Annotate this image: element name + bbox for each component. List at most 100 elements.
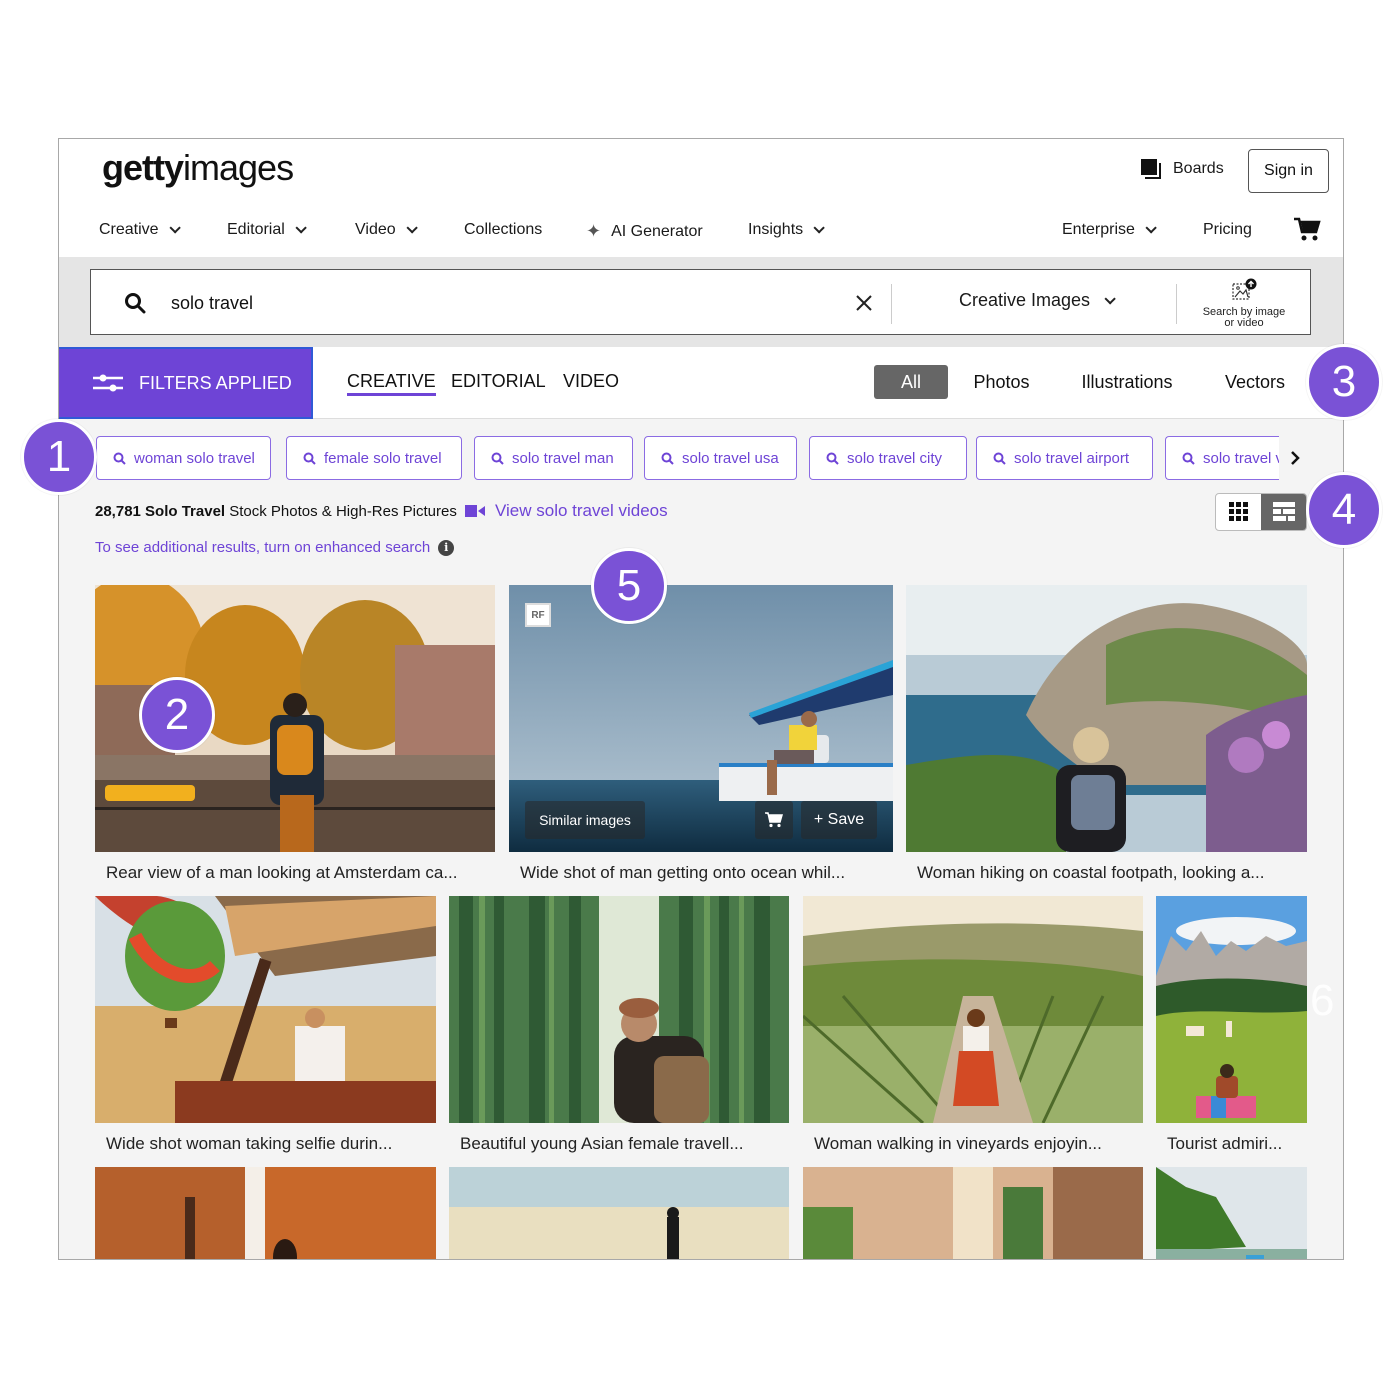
image-caption[interactable]: Beautiful young Asian female travell... (460, 1134, 744, 1154)
enhanced-search-label: To see additional results, turn on enhan… (95, 539, 431, 556)
browser-page: gettyimages Boards Sign in Creative Edit… (58, 138, 1344, 1260)
chip-label: solo travel man (512, 449, 614, 467)
divider (1176, 284, 1177, 324)
image-caption[interactable]: Wide shot woman taking selfie durin... (106, 1134, 392, 1154)
close-icon[interactable] (853, 292, 875, 314)
suggestion-chip[interactable]: solo travel man (474, 436, 633, 480)
image-tile-vineyard[interactable] (803, 896, 1143, 1123)
media-type-photos[interactable]: Photos (964, 365, 1039, 399)
nav-pricing[interactable]: Pricing (1203, 221, 1252, 239)
image-caption[interactable]: Tourist admiri... (1167, 1134, 1282, 1154)
image-caption[interactable]: Wide shot of man getting onto ocean whil… (520, 863, 845, 883)
chevron-down-icon (813, 222, 825, 234)
result-count-rest: Stock Photos & High-Res Pictures (225, 503, 457, 520)
nav-label: Editorial (227, 221, 285, 238)
chevron-down-icon (1104, 292, 1116, 305)
getty-logo[interactable]: gettyimages (102, 147, 294, 189)
sign-in-button[interactable]: Sign in (1248, 149, 1329, 193)
chevron-down-icon (1145, 222, 1157, 234)
image-tile-balloon[interactable] (95, 896, 436, 1123)
add-to-cart-button[interactable] (755, 801, 793, 839)
grid-view-button[interactable] (1216, 494, 1261, 530)
image-caption[interactable]: Woman hiking on coastal footpath, lookin… (917, 863, 1264, 883)
chip-label: solo travel v (1203, 449, 1279, 467)
search-icon (491, 452, 504, 465)
chevron-down-icon (406, 222, 418, 234)
photo-orange-alley (95, 1167, 436, 1259)
callout-marker-1: 1 (21, 419, 97, 495)
chip-label: solo travel city (847, 449, 943, 467)
mosaic-view-button[interactable] (1261, 494, 1306, 530)
tab-editorial[interactable]: EDITORIAL (451, 371, 546, 392)
search-by-image-label-2: or video (1224, 317, 1264, 329)
media-type-all[interactable]: All (874, 365, 948, 399)
photo-bamboo-forest (449, 896, 789, 1123)
nav-editorial[interactable]: Editorial (227, 221, 307, 239)
save-button[interactable]: + Save (801, 801, 877, 839)
videos-link-label: View solo travel videos (495, 501, 668, 520)
result-count-bold: 28,781 Solo Travel (95, 503, 226, 520)
image-tile-dolomites[interactable] (1156, 896, 1307, 1123)
chevron-down-icon (295, 222, 307, 234)
image-tile-orange-street[interactable] (95, 1167, 436, 1259)
media-type-vectors[interactable]: Vectors (1217, 365, 1293, 399)
filters-applied-button[interactable]: FILTERS APPLIED (59, 347, 313, 419)
image-tile-coastal[interactable] (906, 585, 1307, 852)
cart-icon (765, 812, 783, 828)
image-tile-sunset-silhouette[interactable] (449, 1167, 789, 1259)
cart-icon[interactable] (1293, 217, 1321, 243)
photo-dolomites-tourist (1156, 896, 1307, 1123)
info-icon[interactable]: i (438, 539, 455, 556)
nav-label: Video (355, 221, 396, 238)
nav-creative[interactable]: Creative (99, 221, 181, 239)
boards-link[interactable]: Boards (1139, 157, 1224, 179)
search-by-image-button[interactable]: Search by image or video (1201, 278, 1287, 329)
suggestion-chip[interactable]: solo travel city (809, 436, 967, 480)
boards-label: Boards (1173, 160, 1224, 177)
enhanced-search-link[interactable]: To see additional results, turn on enhan… (95, 539, 455, 556)
nav-label: Enterprise (1062, 221, 1135, 238)
image-tile-boat[interactable]: RF Similar images + Save (509, 585, 893, 852)
similar-images-button[interactable]: Similar images (525, 801, 645, 839)
image-tile-cliffs[interactable] (1156, 1167, 1307, 1259)
nav-insights[interactable]: Insights (748, 221, 825, 239)
photo-sunset-photographer (449, 1167, 789, 1259)
image-upload-icon (1232, 278, 1257, 300)
callout-marker-2: 2 (139, 677, 215, 753)
suggestion-chip[interactable]: female solo travel (286, 436, 462, 480)
callout-marker-5: 5 (591, 548, 667, 624)
boards-icon (1139, 157, 1162, 179)
media-type-illustrations[interactable]: Illustrations (1071, 365, 1183, 399)
view-videos-link[interactable]: View solo travel videos (465, 501, 668, 521)
suggestion-chip[interactable]: woman solo travel (96, 436, 271, 480)
search-icon (993, 452, 1006, 465)
suggestion-chip[interactable]: solo travel airport (976, 436, 1153, 480)
chip-label: female solo travel (324, 449, 442, 467)
image-tile-bamboo[interactable] (449, 896, 789, 1123)
tab-creative[interactable]: CREATIVE (347, 371, 436, 396)
nav-video[interactable]: Video (355, 221, 418, 239)
image-caption[interactable]: Woman walking in vineyards enjoyin... (814, 1134, 1102, 1154)
suggestion-chip[interactable]: solo travel usa (644, 436, 797, 480)
search-icon (113, 452, 126, 465)
nav-label: Creative (99, 221, 159, 238)
search-scope-dropdown[interactable]: Creative Images (959, 290, 1116, 311)
search-icon (826, 452, 839, 465)
view-toggle (1215, 493, 1307, 531)
nav-ai-generator[interactable]: ✦ AI Generator (586, 221, 703, 242)
chip-label: woman solo travel (134, 449, 255, 467)
search-icon[interactable] (124, 292, 146, 314)
search-icon (661, 452, 674, 465)
image-tile-italian-alley[interactable] (803, 1167, 1143, 1259)
search-bar: Creative Images Search by image or video (90, 269, 1311, 335)
sliders-icon (93, 374, 123, 392)
search-input[interactable] (171, 286, 821, 320)
chevron-right-icon[interactable] (1287, 447, 1303, 469)
tab-video[interactable]: VIDEO (563, 371, 619, 392)
suggestion-chip[interactable]: solo travel v (1165, 436, 1279, 480)
main-nav: Creative Editorial Video Collections ✦ AI… (59, 209, 1343, 251)
nav-enterprise[interactable]: Enterprise (1062, 221, 1157, 239)
nav-label: Pricing (1203, 221, 1252, 238)
nav-collections[interactable]: Collections (464, 221, 542, 239)
image-caption[interactable]: Rear view of a man looking at Amsterdam … (106, 863, 458, 883)
